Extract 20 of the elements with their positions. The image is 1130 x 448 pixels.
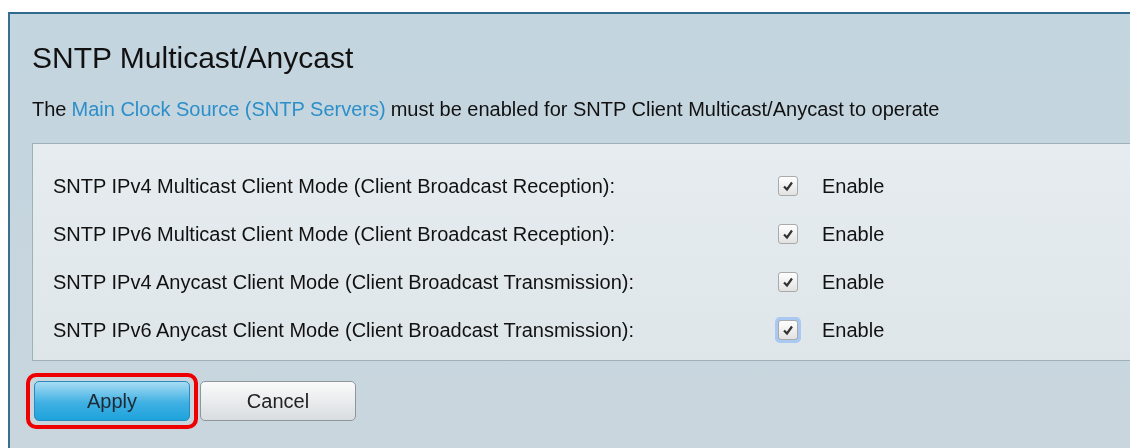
setting-label: SNTP IPv4 Multicast Client Mode (Client Broadcast Reception): bbox=[53, 174, 617, 199]
enable-label: Enable bbox=[822, 174, 886, 199]
enable-checkbox[interactable] bbox=[778, 176, 798, 196]
setting-label: SNTP IPv4 Anycast Client Mode (Client Broadcast Transmission): bbox=[53, 270, 635, 295]
apply-button[interactable]: Apply bbox=[34, 381, 190, 421]
checkmark-icon bbox=[782, 180, 794, 192]
cancel-button[interactable]: Cancel bbox=[200, 381, 356, 421]
enable-label: Enable bbox=[822, 222, 886, 247]
panel-title: SNTP Multicast/Anycast bbox=[32, 40, 355, 76]
enable-label: Enable bbox=[822, 318, 886, 343]
setting-label: SNTP IPv6 Multicast Client Mode (Client Broadcast Reception): bbox=[53, 222, 617, 247]
enable-label: Enable bbox=[822, 270, 886, 295]
notice-text: must be enabled for SNTP Client Multicast/Anycast to operate bbox=[390, 98, 940, 121]
enable-checkbox[interactable] bbox=[778, 224, 798, 244]
checkmark-icon bbox=[782, 276, 794, 288]
notice-text: The bbox=[32, 98, 67, 121]
checkmark-icon bbox=[782, 324, 794, 336]
checkmark-icon bbox=[782, 228, 794, 240]
setting-label: SNTP IPv6 Anycast Client Mode (Client Broadcast Transmission): bbox=[53, 318, 635, 343]
enable-checkbox[interactable] bbox=[778, 272, 798, 292]
